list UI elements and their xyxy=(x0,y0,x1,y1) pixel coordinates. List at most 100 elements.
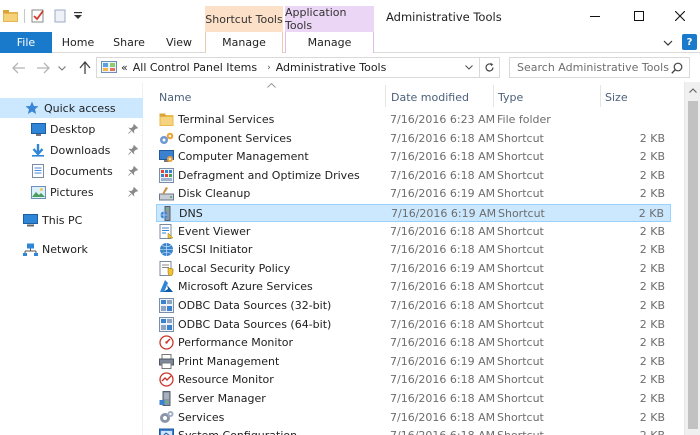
properties-icon[interactable] xyxy=(27,0,49,32)
scrollbar-thumb[interactable] xyxy=(688,101,698,429)
file-name: Defragment and Optimize Drives xyxy=(178,168,360,182)
file-name: System Configuration xyxy=(178,429,297,435)
file-size: 2 KB xyxy=(639,168,665,182)
tab-share[interactable]: Share xyxy=(106,32,152,53)
file-size: 2 KB xyxy=(639,336,665,350)
back-arrow-icon[interactable] xyxy=(10,60,28,76)
date-modified: 7/16/2016 6:18 AM xyxy=(390,336,496,350)
table-row[interactable]: Event Viewer 7/16/2016 6:18 AM Shortcut 2 K… xyxy=(156,223,671,241)
date-modified: 7/16/2016 6:18 AM xyxy=(390,410,496,424)
file-type: Shortcut xyxy=(497,392,544,405)
nav-item-downloads[interactable]: Downloads xyxy=(0,140,143,160)
up-arrow-icon[interactable] xyxy=(76,60,94,76)
file-size: 2 KB xyxy=(639,354,665,368)
table-row[interactable]: Disk Cleanup 7/16/2016 6:19 AM Shortcut 2 K… xyxy=(156,185,671,203)
help-button[interactable]: ? xyxy=(682,34,697,50)
file-name: Microsoft Azure Services xyxy=(178,280,313,294)
new-folder-icon[interactable] xyxy=(49,0,71,32)
table-row[interactable]: Performance Monitor 7/16/2016 6:18 AM Shor… xyxy=(156,334,671,352)
nav-item-quick-access[interactable]: Quick access xyxy=(0,98,143,118)
file-type: File folder xyxy=(497,113,551,126)
breadcrumb-overflow[interactable]: « xyxy=(121,61,128,74)
column-header-size[interactable]: Size xyxy=(605,86,675,108)
vertical-scrollbar[interactable] xyxy=(684,82,700,435)
table-row[interactable]: Server Manager 7/16/2016 6:18 AM Shortcut 2… xyxy=(156,390,671,408)
desktop-icon xyxy=(30,122,46,136)
download-icon xyxy=(30,143,46,157)
refresh-icon[interactable] xyxy=(479,58,499,77)
file-type: Shortcut xyxy=(497,317,544,331)
table-row[interactable]: Microsoft Azure Services 7/16/2016 6:18 A… xyxy=(156,278,671,296)
pin-icon[interactable] xyxy=(128,187,138,197)
table-row[interactable]: iSCSI Initiator 7/16/2016 6:18 AM Shortcut… xyxy=(156,241,671,259)
date-modified: 7/16/2016 6:18 AM xyxy=(390,429,495,435)
date-modified: 7/16/2016 6:18 AM xyxy=(390,299,496,312)
customize-toolbar-icon[interactable] xyxy=(71,0,85,32)
table-row[interactable]: Print Management 7/16/2016 6:19 AM Shortcu… xyxy=(156,353,671,371)
breadcrumb-control-panel[interactable]: All Control Panel Items xyxy=(133,61,257,74)
nav-item-this-pc[interactable]: This PC xyxy=(0,210,143,230)
column-header-type[interactable]: Type xyxy=(498,86,598,108)
table-row[interactable]: Resource Monitor 7/16/2016 6:18 AM Shortcu… xyxy=(156,371,671,389)
table-row[interactable]: Terminal Services 7/16/2016 6:23 AM File f… xyxy=(156,111,671,129)
table-row[interactable]: DNS 7/16/2016 6:19 AM Shortcut 2 KB xyxy=(156,204,671,222)
nav-item-desktop[interactable]: Desktop xyxy=(0,119,143,139)
address-bar[interactable]: « All Control Panel Items › Administrati… xyxy=(96,57,500,78)
tab-view[interactable]: View xyxy=(157,32,201,53)
file-name: Event Viewer xyxy=(178,224,251,238)
tab-home[interactable]: Home xyxy=(54,32,102,53)
file-type: Shortcut xyxy=(497,410,544,424)
table-row[interactable]: Component Services 7/16/2016 6:18 AM Short… xyxy=(156,130,671,148)
tab-manage-application[interactable]: Manage xyxy=(285,32,374,53)
close-button[interactable] xyxy=(660,0,700,32)
file-list: Name Date modified Type Size Terminal Se… xyxy=(144,82,684,435)
breadcrumb-administrative-tools[interactable]: Administrative Tools xyxy=(276,61,387,74)
table-row[interactable]: Computer Management 7/16/2016 6:18 AM Shor… xyxy=(156,148,671,166)
nav-item-documents[interactable]: Documents xyxy=(0,161,143,181)
folder-app-icon[interactable] xyxy=(0,0,22,32)
recent-locations-chevron-icon[interactable] xyxy=(56,60,68,76)
date-modified: 7/16/2016 6:19 AM xyxy=(390,261,496,275)
file-name: ODBC Data Sources (32-bit) xyxy=(178,299,332,312)
forward-arrow-icon[interactable] xyxy=(34,60,52,76)
pin-icon[interactable] xyxy=(128,166,138,176)
scroll-up-arrow-icon[interactable] xyxy=(685,82,700,99)
nav-item-network[interactable]: Network xyxy=(0,239,143,259)
tab-manage-shortcut[interactable]: Manage xyxy=(205,32,283,53)
column-divider[interactable] xyxy=(493,85,494,107)
tab-file[interactable]: File xyxy=(0,32,52,53)
table-row[interactable]: Services 7/16/2016 6:18 AM Shortcut 2 KB xyxy=(156,409,671,427)
search-icon[interactable] xyxy=(671,62,683,74)
column-divider[interactable] xyxy=(385,85,386,107)
defrag-icon xyxy=(159,167,174,183)
address-dropdown-icon[interactable] xyxy=(461,58,477,77)
file-type: Shortcut xyxy=(497,336,544,350)
title-bar: Shortcut Tools Application Tools Adminis… xyxy=(0,0,700,32)
event-viewer-icon xyxy=(159,223,174,239)
column-header-name[interactable]: Name xyxy=(159,86,384,108)
table-row[interactable]: ODBC Data Sources (32-bit) 7/16/2016 6:18… xyxy=(156,297,671,315)
table-row[interactable]: ODBC Data Sources (64-bit) 7/16/2016 6:18… xyxy=(156,316,671,334)
table-row[interactable]: Local Security Policy 7/16/2016 6:19 AM Sh… xyxy=(156,260,671,278)
file-type: Shortcut xyxy=(497,150,544,164)
breadcrumb-separator-icon[interactable]: › xyxy=(267,63,271,73)
column-header-date-modified[interactable]: Date modified xyxy=(391,86,491,108)
minimize-button[interactable] xyxy=(572,0,618,32)
file-name: Print Management xyxy=(178,354,280,368)
search-input[interactable] xyxy=(509,57,690,78)
services-icon xyxy=(160,410,174,423)
odbc-icon xyxy=(159,298,174,313)
maximize-button[interactable] xyxy=(616,0,662,32)
nav-item-pictures[interactable]: Pictures xyxy=(0,182,143,202)
computer-icon xyxy=(22,213,38,227)
table-row[interactable]: Defragment and Optimize Drives 7/16/2016 … xyxy=(156,167,671,185)
pin-icon[interactable] xyxy=(128,124,138,134)
pin-icon[interactable] xyxy=(128,145,138,155)
star-icon xyxy=(24,101,40,115)
table-row[interactable]: System Configuration 7/16/2016 6:18 AMSho… xyxy=(156,427,671,435)
dns-icon xyxy=(160,206,171,221)
expand-ribbon-icon[interactable] xyxy=(660,35,676,51)
date-modified: 7/16/2016 6:18 AM xyxy=(390,392,496,405)
contextual-tab-application-tools: Application Tools xyxy=(285,6,374,32)
column-divider[interactable] xyxy=(600,85,601,107)
